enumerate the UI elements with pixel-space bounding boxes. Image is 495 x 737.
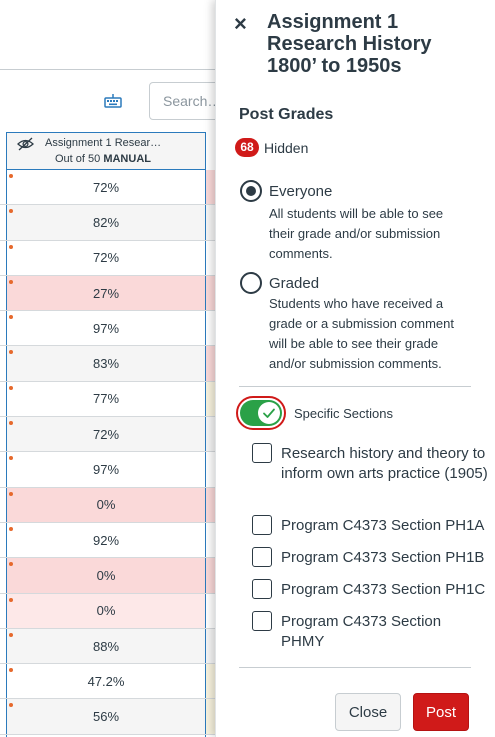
adjacent-grade-cell[interactable] (206, 311, 215, 346)
table-row: 0% (0, 487, 215, 523)
specific-sections-label[interactable]: Specific Sections (294, 406, 393, 421)
adjacent-grade-cell[interactable] (206, 240, 215, 275)
grade-cell[interactable]: 56% (7, 699, 205, 734)
grade-cell[interactable]: 72% (7, 240, 205, 275)
grade-cell[interactable]: 0% (7, 558, 205, 593)
adjacent-grade-cell[interactable] (206, 452, 215, 487)
unposted-indicator-icon (9, 632, 13, 637)
table-row: 97% (0, 311, 215, 347)
adjacent-grade-cell[interactable] (206, 522, 215, 558)
table-row: 72% (0, 417, 215, 453)
column-subtitle: Out of 50 MANUAL (55, 153, 151, 165)
grade-cell[interactable]: 97% (7, 452, 205, 487)
checkmark-icon (263, 408, 275, 418)
adjacent-grade-cell[interactable] (206, 275, 215, 311)
everyone-label[interactable]: Everyone (269, 183, 332, 200)
adjacent-grade-cell[interactable] (206, 558, 215, 593)
table-row: 92% (0, 522, 215, 559)
adjacent-grade-cell[interactable] (206, 205, 215, 240)
tray-title: Assignment 1 Research History 1800’ to 1… (267, 11, 432, 77)
adjacent-grade-cell[interactable] (206, 593, 215, 628)
toggle-knob (258, 402, 280, 424)
adjacent-grade-cell[interactable] (206, 417, 215, 452)
section-label-phmy[interactable]: Program C4373 Section PHMY (281, 612, 461, 652)
unposted-indicator-icon (9, 491, 13, 496)
table-row: 82% (0, 205, 215, 241)
section-label-research-history[interactable]: Research history and theory to inform ow… (281, 444, 495, 484)
column-title: Assignment 1 Resear… (45, 137, 162, 149)
close-button[interactable]: Close (335, 693, 401, 731)
grade-cell[interactable]: 88% (7, 628, 205, 664)
grade-cell[interactable]: 82% (7, 205, 205, 240)
section-checkbox-ph1c[interactable] (252, 579, 272, 599)
graded-label[interactable]: Graded (269, 275, 319, 292)
grade-cell[interactable]: 83% (7, 346, 205, 381)
keyboard-icon[interactable] (104, 94, 122, 108)
graded-radio[interactable] (240, 272, 262, 294)
section-label-ph1a[interactable]: Program C4373 Section PH1A (281, 516, 495, 536)
everyone-description: All students will be able to see their g… (269, 206, 444, 261)
specific-sections-toggle[interactable] (240, 400, 282, 426)
section-checkbox-research-history[interactable] (252, 443, 272, 463)
table-row: 0% (0, 593, 215, 629)
everyone-radio[interactable] (240, 180, 262, 202)
grade-cell[interactable]: 97% (7, 311, 205, 346)
unposted-indicator-icon (9, 244, 13, 249)
adjacent-grade-cell[interactable] (206, 628, 215, 664)
grading-type: MANUAL (103, 153, 151, 165)
grade-cell[interactable]: 47.2% (7, 664, 205, 699)
unposted-indicator-icon (9, 385, 13, 390)
adjacent-grade-cell[interactable] (206, 381, 215, 417)
grade-cell[interactable]: 72% (7, 170, 205, 205)
unposted-indicator-icon (9, 174, 13, 178)
table-row: 56% (0, 699, 215, 735)
grade-cell[interactable]: 72% (7, 417, 205, 452)
hidden-label: Hidden (264, 140, 309, 156)
section-checkbox-ph1b[interactable] (252, 547, 272, 567)
grade-cell[interactable]: 27% (7, 275, 205, 311)
table-row: 97% (0, 452, 215, 488)
section-checkbox-ph1a[interactable] (252, 515, 272, 535)
footer-divider (239, 667, 471, 668)
grade-cell[interactable]: 0% (7, 487, 205, 522)
grade-cell[interactable]: 92% (7, 522, 205, 558)
table-row: 27% (0, 275, 215, 312)
table-row: 83% (0, 346, 215, 382)
table-row: 88% (0, 628, 215, 665)
toolbar-divider (0, 69, 215, 70)
grade-cell[interactable]: 0% (7, 593, 205, 628)
options-divider (239, 386, 471, 387)
grade-cell[interactable]: 77% (7, 381, 205, 417)
table-row: 47.2% (0, 664, 215, 700)
gradebook-background: Search… Assignment 1 Resear… Out of 50 M… (0, 0, 215, 737)
points-possible: Out of 50 (55, 153, 101, 165)
unposted-indicator-icon (9, 597, 13, 602)
table-row: 0% (0, 558, 215, 594)
table-row: 77% (0, 381, 215, 418)
adjacent-grade-cell[interactable] (206, 346, 215, 381)
table-row: 72% (0, 170, 215, 206)
close-icon[interactable]: × (234, 12, 254, 36)
adjacent-grade-cell[interactable] (206, 487, 215, 522)
graded-description: Students who have received a grade or a … (269, 296, 454, 371)
adjacent-grade-cell[interactable] (206, 170, 215, 205)
post-button[interactable]: Post (413, 693, 469, 731)
grade-rows: 72% 82% 72% 27% 97% 83% 77% 72% 97% 0% 92% 0% 0% 88% 4… (0, 170, 215, 735)
adjacent-grade-cell[interactable] (206, 699, 215, 734)
table-row: 72% (0, 240, 215, 276)
assignment-column-header[interactable]: Assignment 1 Resear… Out of 50 MANUAL (6, 132, 206, 170)
section-label-ph1c[interactable]: Program C4373 Section PH1C (281, 580, 495, 600)
section-label-ph1b[interactable]: Program C4373 Section PH1B (281, 548, 495, 568)
adjacent-grade-cell[interactable] (206, 664, 215, 699)
eye-hidden-icon (17, 137, 34, 151)
unposted-indicator-icon (9, 279, 13, 284)
section-checkbox-phmy[interactable] (252, 611, 272, 631)
post-grades-tray: × Assignment 1 Research History 1800’ to… (215, 0, 495, 737)
hidden-count-badge: 68 (235, 138, 259, 157)
unposted-indicator-icon (9, 526, 13, 531)
post-grades-heading: Post Grades (239, 106, 334, 123)
gradebook-search-input[interactable]: Search… (149, 82, 215, 120)
